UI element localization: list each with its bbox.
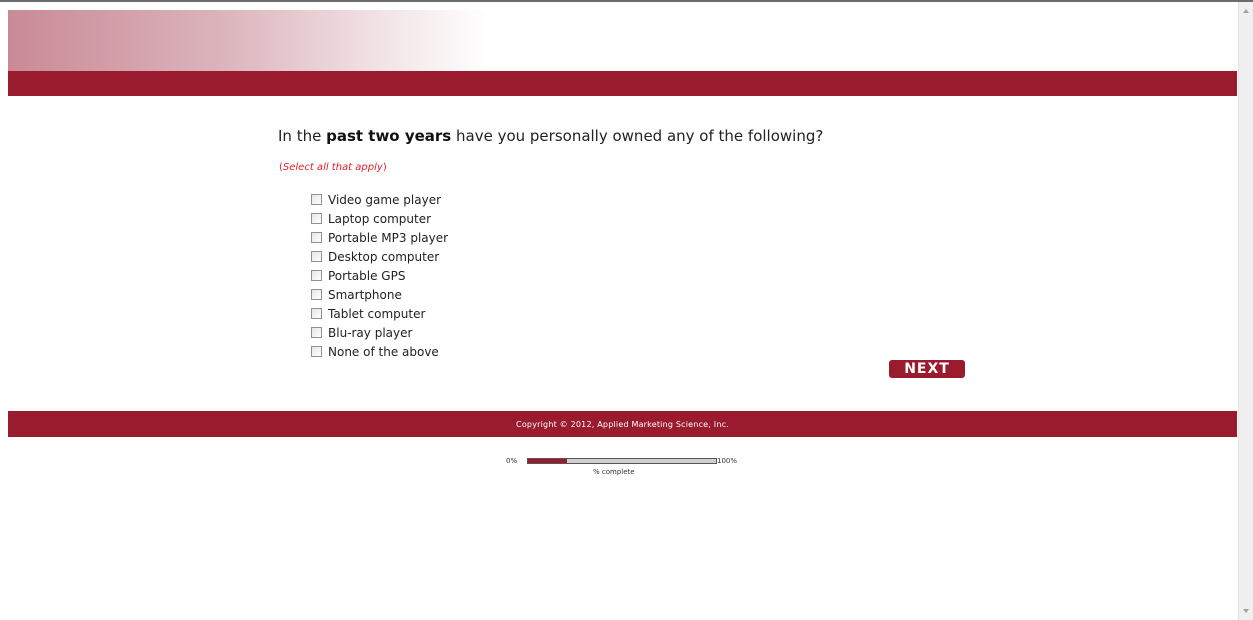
footer-bar: Copyright © 2012, Applied Marketing Scie… — [8, 411, 1237, 437]
header-banner — [8, 10, 488, 71]
question-prefix: In the — [278, 127, 327, 145]
option-video-game-player[interactable]: Video game player — [311, 190, 448, 209]
checkbox[interactable] — [311, 270, 322, 281]
checkbox[interactable] — [311, 327, 322, 338]
option-portable-mp3-player[interactable]: Portable MP3 player — [311, 228, 448, 247]
option-label: Portable MP3 player — [328, 230, 449, 245]
checkbox[interactable] — [311, 308, 322, 319]
progress-end-label: 100% — [717, 457, 738, 465]
header-bar — [8, 71, 1237, 96]
instruction-text: (Select all that apply) — [279, 162, 387, 173]
scroll-up-arrow-icon[interactable] — [1243, 9, 1249, 13]
option-label: Smartphone — [328, 287, 402, 302]
question-text: In the past two years have you personall… — [278, 127, 823, 145]
option-label: Tablet computer — [328, 306, 426, 321]
option-label: Video game player — [328, 192, 442, 207]
progress-track — [527, 458, 717, 464]
option-label: None of the above — [328, 344, 439, 359]
option-label: Laptop computer — [328, 211, 432, 226]
option-smartphone[interactable]: Smartphone — [311, 285, 448, 304]
survey-page: In the past two years have you personall… — [8, 10, 1237, 620]
vertical-scrollbar[interactable] — [1238, 2, 1253, 620]
instruction-label: Select all that apply — [282, 162, 383, 173]
progress-start-label: 0% — [506, 457, 518, 465]
option-laptop-computer[interactable]: Laptop computer — [311, 209, 448, 228]
checkbox[interactable] — [311, 346, 322, 357]
option-none-of-the-above[interactable]: None of the above — [311, 342, 448, 361]
checkbox[interactable] — [311, 213, 322, 224]
scroll-down-arrow-icon[interactable] — [1243, 609, 1249, 613]
option-blu-ray-player[interactable]: Blu-ray player — [311, 323, 448, 342]
copyright-text: Copyright © 2012, Applied Marketing Scie… — [516, 419, 729, 429]
option-label: Portable GPS — [328, 268, 406, 283]
option-portable-gps[interactable]: Portable GPS — [311, 266, 448, 285]
progress-caption: % complete — [593, 468, 635, 476]
option-label: Blu-ray player — [328, 325, 413, 340]
checkbox[interactable] — [311, 194, 322, 205]
checkbox[interactable] — [311, 251, 322, 262]
instruction-close-paren: ) — [382, 162, 387, 173]
question-suffix: have you personally owned any of the fol… — [451, 127, 824, 145]
browser-viewport: In the past two years have you personall… — [0, 0, 1253, 620]
option-desktop-computer[interactable]: Desktop computer — [311, 247, 448, 266]
progress-indicator: 0% 100% % complete — [503, 455, 763, 485]
question-emphasis: past two years — [326, 127, 452, 145]
next-button[interactable]: NEXT — [889, 360, 965, 378]
options-list: Video game player Laptop computer Portab… — [311, 190, 448, 361]
option-label: Desktop computer — [328, 249, 440, 264]
checkbox[interactable] — [311, 232, 322, 243]
checkbox[interactable] — [311, 289, 322, 300]
option-tablet-computer[interactable]: Tablet computer — [311, 304, 448, 323]
progress-fill — [528, 459, 568, 463]
